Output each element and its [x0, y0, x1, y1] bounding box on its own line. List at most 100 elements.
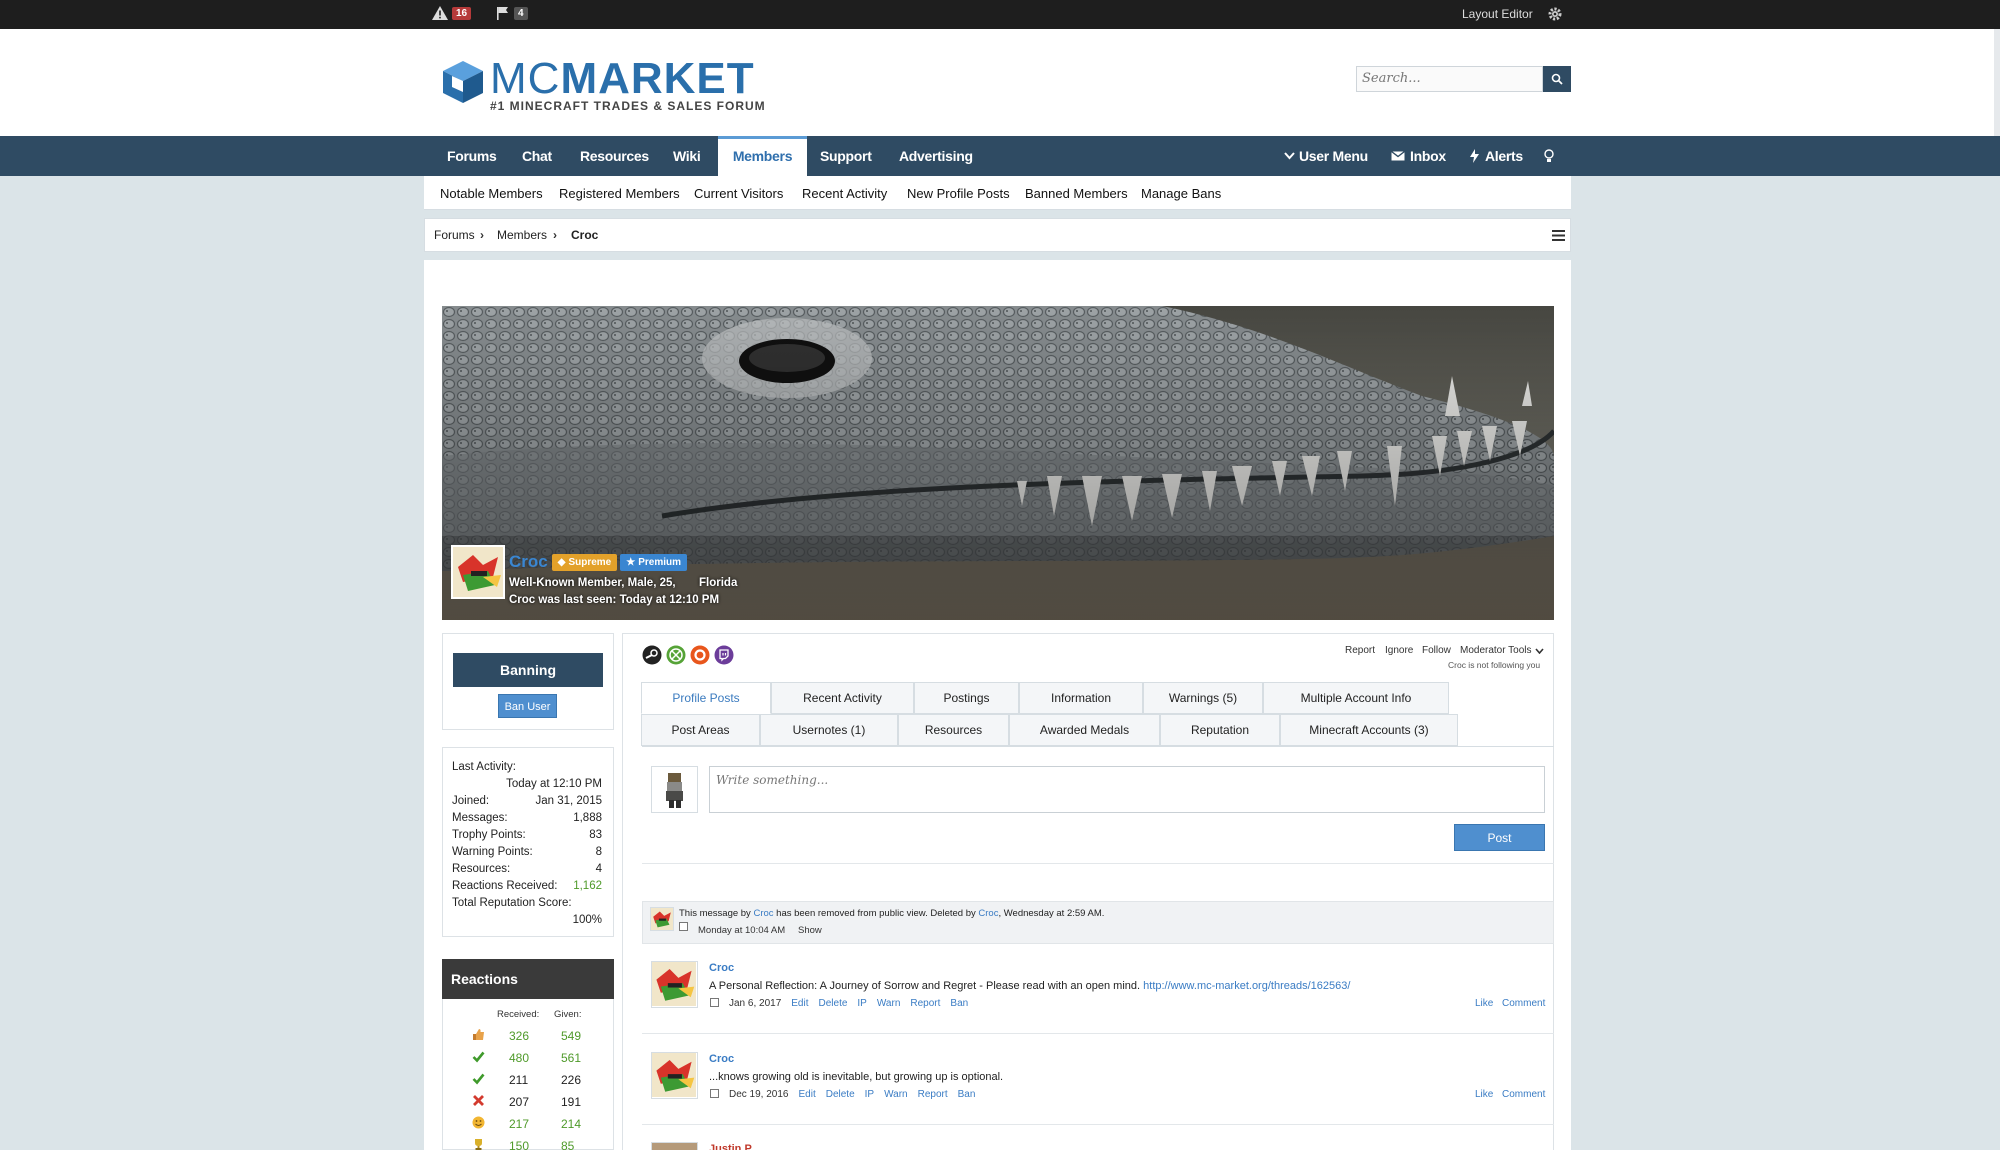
- breadcrumb-current: Croc: [571, 228, 599, 242]
- nav-tab-advertising[interactable]: Advertising: [899, 136, 973, 176]
- post-action-edit[interactable]: Edit: [791, 998, 808, 1009]
- select-checkbox[interactable]: [679, 922, 688, 931]
- tab-multiple-account-info[interactable]: Multiple Account Info: [1263, 682, 1449, 714]
- post-action-ip[interactable]: IP: [865, 1089, 874, 1100]
- smile-icon: [472, 1116, 485, 1132]
- post-link[interactable]: http://www.mc-market.org/threads/162563/: [1143, 980, 1350, 992]
- select-checkbox[interactable]: [710, 998, 719, 1007]
- breadcrumb-forums[interactable]: Forums: [434, 228, 475, 242]
- post-button[interactable]: Post: [1454, 824, 1545, 851]
- post-author-name[interactable]: Justin P.: [709, 1143, 753, 1150]
- profile-post-input[interactable]: Write something...: [709, 766, 1545, 813]
- xbox-icon[interactable]: [666, 645, 686, 665]
- bolt-icon: [1470, 149, 1479, 163]
- post-author-avatar[interactable]: [651, 1142, 698, 1150]
- like-link[interactable]: Like: [1475, 998, 1493, 1009]
- nav-tab-forums[interactable]: Forums: [447, 136, 497, 176]
- post-action-ban[interactable]: Ban: [958, 1089, 976, 1100]
- stat-row: Last Activity:: [452, 761, 602, 773]
- alerts-link[interactable]: Alerts: [1470, 136, 1523, 176]
- nav-tab-support[interactable]: Support: [820, 136, 872, 176]
- stat-value: Today at 12:10 PM: [506, 778, 602, 790]
- warnings-indicator[interactable]: 16: [432, 6, 472, 20]
- post-action-warn[interactable]: Warn: [884, 1089, 908, 1100]
- deleted-notice-deleter[interactable]: Croc: [978, 908, 998, 919]
- breadcrumb-members[interactable]: Members: [497, 228, 547, 242]
- post-action-warn[interactable]: Warn: [877, 998, 901, 1009]
- ban-user-button[interactable]: Ban User: [498, 694, 557, 718]
- comment-link[interactable]: Comment: [1502, 1089, 1545, 1100]
- tab-reputation[interactable]: Reputation: [1160, 714, 1280, 746]
- subnav-recent-activity[interactable]: Recent Activity: [802, 186, 887, 201]
- nav-tab-resources[interactable]: Resources: [580, 136, 649, 176]
- site-logo[interactable]: MCMARKET #1 MINECRAFT TRADES & SALES FOR…: [440, 57, 766, 113]
- post-action-edit[interactable]: Edit: [799, 1089, 816, 1100]
- hamburger-menu-icon[interactable]: [1552, 230, 1565, 241]
- flag-icon: [497, 7, 508, 20]
- inbox-link[interactable]: Inbox: [1391, 136, 1446, 176]
- tab-warnings[interactable]: Warnings (5): [1143, 682, 1263, 714]
- banning-title: Banning: [453, 653, 603, 687]
- gear-icon[interactable]: [1548, 7, 1562, 21]
- reaction-received-count: 211: [509, 1073, 529, 1087]
- social-links: [642, 645, 734, 665]
- trophy-icon: [472, 1138, 485, 1150]
- nav-tab-chat[interactable]: Chat: [522, 136, 552, 176]
- tab-information[interactable]: Information: [1019, 682, 1143, 714]
- inbox-label: Inbox: [1410, 148, 1446, 164]
- check-icon: [472, 1072, 485, 1088]
- tab-profile-posts[interactable]: Profile Posts: [641, 682, 771, 714]
- select-checkbox[interactable]: [710, 1089, 719, 1098]
- nav-tab-wiki[interactable]: Wiki: [673, 136, 701, 176]
- report-link[interactable]: Report: [1345, 645, 1375, 656]
- subnav-notable-members[interactable]: Notable Members: [440, 186, 543, 201]
- profile-avatar[interactable]: [451, 545, 505, 599]
- post-author-avatar[interactable]: [651, 1052, 698, 1099]
- moderator-tools-menu[interactable]: Moderator Tools: [1460, 645, 1544, 656]
- twitch-icon[interactable]: [714, 645, 734, 665]
- post-action-delete[interactable]: Delete: [826, 1089, 855, 1100]
- tab-post-areas[interactable]: Post Areas: [641, 714, 760, 746]
- stat-row: Resources: 4: [452, 863, 602, 875]
- search-button[interactable]: [1543, 66, 1571, 92]
- tab-minecraft-accounts[interactable]: Minecraft Accounts (3): [1280, 714, 1458, 746]
- search-input[interactable]: Search...: [1356, 66, 1543, 92]
- breadcrumb: Forums › Members › Croc: [424, 218, 1571, 252]
- show-deleted-link[interactable]: Show: [798, 925, 822, 936]
- subnav-registered-members[interactable]: Registered Members: [559, 186, 680, 201]
- post-author-name[interactable]: Croc: [709, 962, 734, 974]
- comment-link[interactable]: Comment: [1502, 998, 1545, 1009]
- reports-indicator[interactable]: 4: [496, 6, 528, 20]
- layout-editor-link[interactable]: Layout Editor: [1462, 7, 1533, 21]
- post-action-report[interactable]: Report: [910, 998, 940, 1009]
- subnav-banned-members[interactable]: Banned Members: [1025, 186, 1128, 201]
- tab-resources[interactable]: Resources: [898, 714, 1009, 746]
- subnav-current-visitors[interactable]: Current Visitors: [694, 186, 783, 201]
- subnav-new-profile-posts[interactable]: New Profile Posts: [907, 186, 1010, 201]
- alerts-label: Alerts: [1485, 148, 1523, 164]
- subnav-manage-bans[interactable]: Manage Bans: [1141, 186, 1221, 201]
- main-nav: Forums Chat Resources Wiki Members Suppo…: [0, 136, 2000, 176]
- nav-tab-members[interactable]: Members: [718, 136, 807, 176]
- follow-link[interactable]: Follow: [1422, 645, 1451, 656]
- steam-icon[interactable]: [642, 645, 662, 665]
- origin-icon[interactable]: [690, 645, 710, 665]
- post-author-name[interactable]: Croc: [709, 1053, 734, 1065]
- post-author-avatar[interactable]: [651, 961, 698, 1008]
- tab-awarded-medals[interactable]: Awarded Medals: [1009, 714, 1160, 746]
- reaction-given-count: 226: [561, 1073, 582, 1087]
- deleted-notice-user[interactable]: Croc: [753, 908, 773, 919]
- post-action-report[interactable]: Report: [918, 1089, 948, 1100]
- check-icon: [472, 1050, 485, 1066]
- like-link[interactable]: Like: [1475, 1089, 1493, 1100]
- user-menu[interactable]: User Menu: [1284, 136, 1368, 176]
- lightbulb-icon[interactable]: [1544, 149, 1554, 164]
- tab-recent-activity[interactable]: Recent Activity: [771, 682, 914, 714]
- post-action-ban[interactable]: Ban: [950, 998, 968, 1009]
- post-message: ...knows growing old is inevitable, but …: [709, 1071, 1003, 1083]
- ignore-link[interactable]: Ignore: [1385, 645, 1413, 656]
- post-action-ip[interactable]: IP: [857, 998, 866, 1009]
- tab-postings[interactable]: Postings: [914, 682, 1019, 714]
- post-action-delete[interactable]: Delete: [819, 998, 848, 1009]
- tab-usernotes[interactable]: Usernotes (1): [760, 714, 898, 746]
